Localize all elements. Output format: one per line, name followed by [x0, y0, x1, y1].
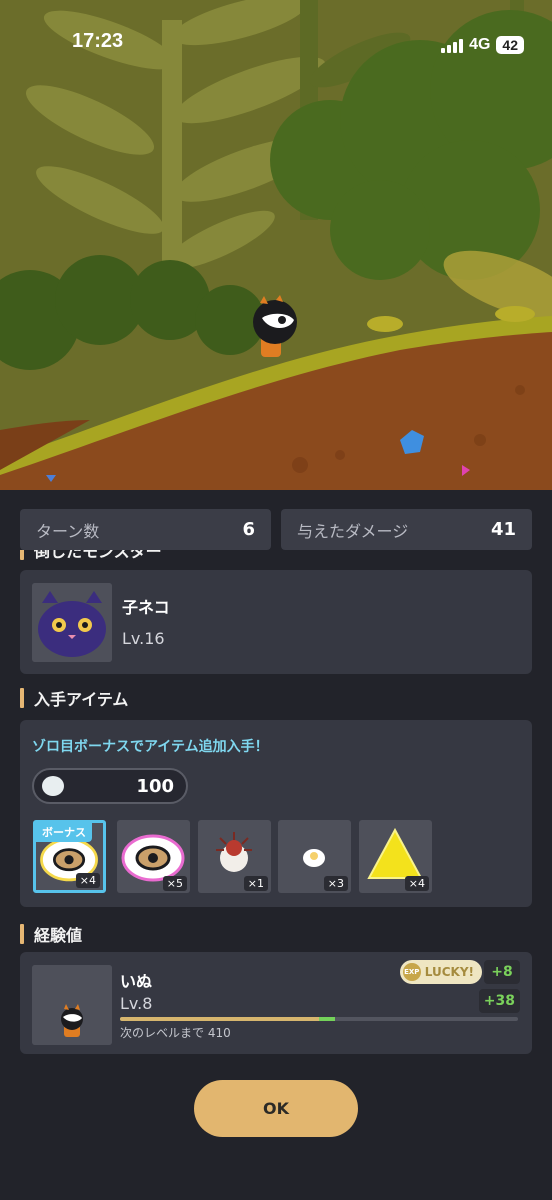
item-slot-bonus[interactable]: ボーナス ×4 [33, 820, 106, 893]
monster-name: 子ネコ [122, 598, 170, 617]
item-qty: ×4 [404, 876, 429, 891]
damage-value: 41 [490, 519, 516, 540]
exp-progress-bar [120, 1017, 518, 1021]
signal-icon [441, 37, 464, 53]
item-qty: ×4 [75, 873, 100, 888]
monster-level: Lv.16 [122, 629, 165, 648]
exp-progress-fill [120, 1017, 319, 1021]
turns-stat: ターン数 6 [20, 509, 271, 550]
exp-card: いぬ Lv.8 EXP LUCKY! +8 +38 次のレベルまで 410 [20, 952, 532, 1054]
character-level: Lv.8 [120, 994, 153, 1013]
item-qty: ×1 [243, 876, 268, 891]
status-time: 17:23 [72, 30, 124, 52]
damage-stat: 与えたダメージ 41 [281, 509, 532, 550]
defeated-title-clip: 倒したモンスター [0, 550, 552, 561]
character-name: いぬ [120, 972, 153, 991]
turns-label: ターン数 [36, 521, 100, 541]
battle-result-panel: ターン数 6 与えたダメージ 41 倒したモンスター 子ネコ Lv.16 入手ア… [0, 490, 552, 1200]
item-qty: ×5 [162, 876, 187, 891]
exp-section-title: 経験値 [20, 922, 82, 946]
game-scene: 17:23 4G 42 [0, 0, 552, 490]
bonus-message: ゾロ目ボーナスでアイテム追加入手！ [32, 739, 269, 755]
forest-background [0, 0, 552, 490]
defeated-section-title: 倒したモンスター [20, 550, 162, 561]
battery-level: 42 [496, 36, 524, 54]
total-exp-gain: +38 [478, 989, 520, 1013]
exp-gain-fill [319, 1017, 335, 1021]
lucky-exp-gain: +8 [484, 960, 520, 984]
item-slot[interactable]: ×5 [117, 820, 190, 893]
coin-value: 100 [136, 776, 174, 797]
item-qty: ×3 [323, 876, 348, 891]
coin-icon [42, 776, 64, 796]
dog-character-icon [32, 965, 112, 1045]
items-card: ゾロ目ボーナスでアイテム追加入手！ 100 ボーナス ×4 ×5 ×1 ×3 ×… [20, 720, 532, 907]
defeated-monster-card: 子ネコ Lv.16 [20, 570, 532, 674]
character-portrait [32, 965, 112, 1045]
lucky-label: LUCKY! [424, 965, 474, 979]
purple-cat-icon [32, 583, 112, 662]
next-level-text: 次のレベルまで 410 [120, 1026, 231, 1040]
coin-counter: 100 [32, 768, 188, 804]
damage-label: 与えたダメージ [297, 521, 409, 541]
ok-button[interactable]: OK [194, 1080, 358, 1137]
monster-portrait [32, 583, 112, 662]
item-slot[interactable]: ×3 [278, 820, 351, 893]
item-slot[interactable]: ×1 [198, 820, 271, 893]
lucky-badge: EXP LUCKY! [399, 960, 482, 984]
item-slot[interactable]: ×4 [359, 820, 432, 893]
exp-icon: EXP [402, 963, 421, 981]
turns-value: 6 [242, 519, 255, 540]
bonus-tag: ボーナス [36, 823, 92, 842]
exp-title-text: 経験値 [34, 926, 83, 945]
items-title-text: 入手アイテム [34, 690, 129, 709]
defeated-title-text: 倒したモンスター [34, 550, 162, 561]
network-type: 4G [469, 36, 491, 53]
status-indicators: 4G 42 [441, 30, 524, 60]
items-section-title: 入手アイテム [20, 686, 128, 710]
